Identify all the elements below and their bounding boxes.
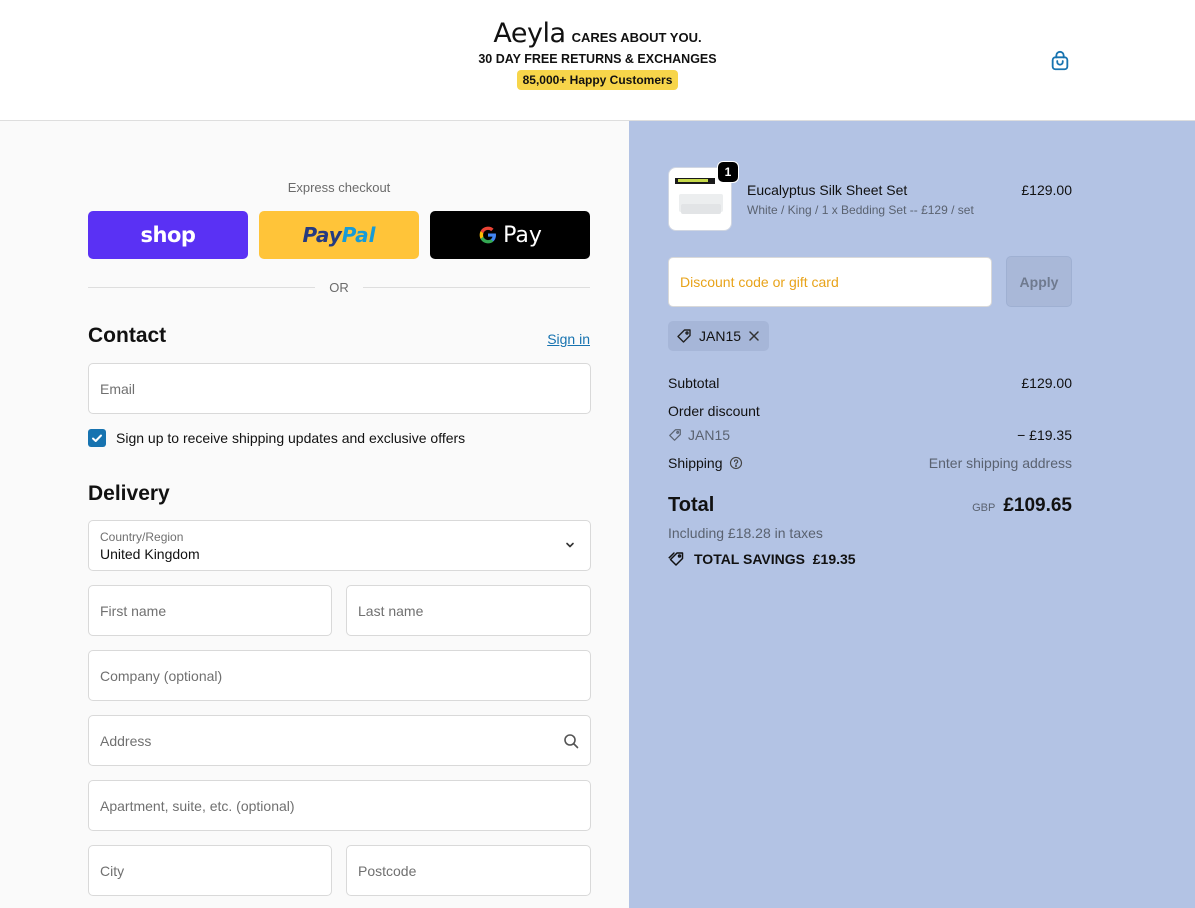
site-header: Aeyla CARES ABOUT YOU. 30 DAY FREE RETUR…: [0, 0, 1195, 121]
order-summary: 1 Eucalyptus Silk Sheet Set White / King…: [629, 121, 1195, 908]
subtotal-row: Subtotal £129.00: [668, 375, 1072, 391]
google-g-icon: [479, 226, 497, 244]
last-name-field[interactable]: Last name: [346, 585, 591, 636]
subtotal-value: £129.00: [1021, 375, 1072, 391]
product-variant: White / King / 1 x Bedding Set -- £129 /…: [747, 203, 974, 217]
marketing-consent: Sign up to receive shipping updates and …: [88, 429, 465, 447]
subtotal-label: Subtotal: [668, 375, 720, 391]
applied-discount-chip: JAN15: [668, 321, 770, 351]
order-discount-row: Order discount: [668, 403, 1072, 419]
remove-discount-button[interactable]: [748, 330, 760, 342]
discount-amount: − £19.35: [1017, 427, 1072, 443]
tax-note: Including £18.28 in taxes: [668, 525, 823, 541]
contact-heading: Contact: [88, 324, 167, 347]
apartment-field[interactable]: Apartment, suite, etc. (optional): [88, 780, 591, 831]
shop-pay-button[interactable]: shop: [88, 211, 248, 259]
city-field[interactable]: City: [88, 845, 332, 896]
returns-banner: 30 DAY FREE RETURNS & EXCHANGES: [478, 52, 717, 66]
or-divider: OR: [88, 279, 590, 295]
address-placeholder: Address: [100, 732, 152, 749]
product-name: Eucalyptus Silk Sheet Set: [747, 182, 908, 198]
email-field[interactable]: Email: [88, 363, 591, 414]
total-row: Total GBP £109.65: [668, 494, 1072, 517]
country-value: United Kingdom: [100, 545, 200, 562]
tag-icon: [677, 329, 691, 343]
company-field[interactable]: Company (optional): [88, 650, 591, 701]
shipping-value: Enter shipping address: [928, 455, 1072, 471]
brand-block: Aeyla CARES ABOUT YOU. 30 DAY FREE RETUR…: [0, 18, 1195, 90]
help-circle-icon[interactable]: [729, 456, 743, 470]
last-name-placeholder: Last name: [358, 602, 424, 619]
delivery-heading: Delivery: [88, 482, 170, 505]
country-select[interactable]: Country/Region United Kingdom: [88, 520, 591, 571]
shopping-bag-icon: [1051, 50, 1069, 71]
express-checkout-label: Express checkout: [287, 180, 391, 195]
address-field[interactable]: Address: [88, 715, 591, 766]
quantity-badge: 1: [717, 161, 739, 183]
first-name-field[interactable]: First name: [88, 585, 332, 636]
shipping-row: Shipping Enter shipping address: [668, 455, 1072, 471]
product-price: £129.00: [1021, 182, 1072, 198]
discount-code-label: JAN15: [688, 427, 731, 443]
order-discount-label: Order discount: [668, 403, 760, 419]
total-savings: TOTAL SAVINGS £19.35: [668, 551, 856, 567]
close-icon: [749, 331, 759, 341]
happy-customers-badge: 85,000+ Happy Customers: [516, 70, 679, 90]
shipping-label: Shipping: [668, 455, 723, 471]
savings-tag-icon: [668, 552, 684, 566]
apartment-placeholder: Apartment, suite, etc. (optional): [100, 797, 295, 814]
total-label: Total: [668, 494, 715, 516]
currency-code: GBP: [972, 502, 996, 514]
checkmark-icon: [92, 434, 102, 442]
cart-button[interactable]: [1047, 48, 1073, 74]
paypal-logo-pal: Pal: [341, 223, 376, 247]
paypal-button[interactable]: Pay Pal: [259, 211, 419, 259]
brand-tagline: CARES ABOUT YOU.: [571, 30, 702, 45]
marketing-consent-label: Sign up to receive shipping updates and …: [116, 430, 466, 446]
paypal-logo-pay: Pay: [302, 223, 342, 247]
search-icon[interactable]: [563, 733, 579, 749]
sign-in-link[interactable]: Sign in: [547, 331, 590, 347]
applied-discount-code: JAN15: [699, 328, 742, 344]
google-pay-button[interactable]: Pay: [430, 211, 590, 259]
postcode-field[interactable]: Postcode: [346, 845, 591, 896]
marketing-consent-checkbox[interactable]: [88, 429, 106, 447]
or-label: OR: [329, 279, 349, 295]
postcode-placeholder: Postcode: [358, 862, 417, 879]
city-placeholder: City: [100, 862, 125, 879]
total-amount: £109.65: [1003, 495, 1072, 516]
aeyla-logo[interactable]: Aeyla: [493, 18, 566, 49]
country-label: Country/Region: [100, 529, 184, 544]
checkout-form: Express checkout shop Pay Pal Pay OR Cont…: [0, 121, 629, 908]
company-placeholder: Company (optional): [100, 667, 223, 684]
discount-code-field[interactable]: Discount code or gift card: [668, 257, 992, 307]
chevron-down-icon: [566, 542, 574, 548]
tag-icon: [669, 429, 681, 441]
google-pay-label: Pay: [503, 222, 542, 248]
shop-pay-logo: shop: [140, 223, 196, 247]
first-name-placeholder: First name: [100, 602, 167, 619]
discount-code-placeholder: Discount code or gift card: [680, 274, 839, 290]
email-placeholder: Email: [100, 380, 136, 397]
discount-code-row: JAN15 − £19.35: [668, 427, 1072, 443]
apply-discount-button[interactable]: Apply: [1006, 256, 1072, 307]
total-savings-label: TOTAL SAVINGS £19.35: [694, 551, 856, 567]
